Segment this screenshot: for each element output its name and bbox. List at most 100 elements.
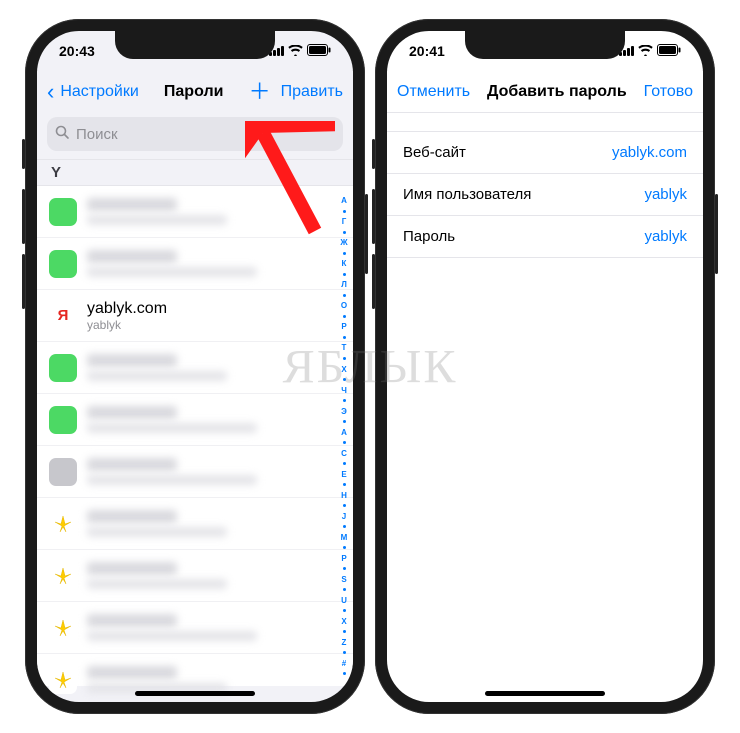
status-time: 20:41	[409, 43, 445, 59]
password-field[interactable]: Пароль yablyk	[387, 216, 703, 258]
home-indicator[interactable]	[485, 691, 605, 696]
list-item[interactable]	[37, 342, 353, 394]
index-dot	[343, 672, 346, 675]
back-label: Настройки	[60, 83, 138, 101]
index-letter[interactable]: P	[341, 554, 346, 563]
back-button[interactable]: ‹ Настройки	[47, 83, 139, 101]
index-dot	[343, 504, 346, 507]
status-indicators	[269, 44, 331, 59]
site-name: yablyk.com	[87, 300, 167, 318]
nav-bar: Отменить Добавить пароль Готово	[387, 71, 703, 113]
site-icon	[49, 354, 77, 382]
field-label: Пароль	[403, 228, 455, 245]
list-item[interactable]	[37, 186, 353, 238]
index-letter[interactable]: О	[341, 301, 347, 310]
index-dot	[343, 315, 346, 318]
index-letter[interactable]: Л	[341, 280, 347, 289]
index-letter[interactable]: Г	[342, 217, 347, 226]
site-icon: Я	[49, 302, 77, 330]
index-dot	[343, 231, 346, 234]
list-item[interactable]	[37, 238, 353, 290]
site-user: yablyk	[87, 318, 167, 332]
index-letter[interactable]: #	[342, 659, 346, 668]
index-dot	[343, 609, 346, 612]
index-letter[interactable]: Ч	[341, 386, 347, 395]
index-letter[interactable]: Ж	[340, 238, 347, 247]
field-value: yablyk	[644, 228, 687, 245]
index-dot	[343, 336, 346, 339]
site-icon	[49, 666, 77, 694]
index-bar[interactable]: А Г Ж К Л О Р Т Х Ч Э A C E H J M P S U X Z #	[337, 186, 351, 686]
index-dot	[343, 651, 346, 654]
index-dot	[343, 399, 346, 402]
index-dot	[343, 420, 346, 423]
list-item-yablyk[interactable]: Я yablyk.com yablyk	[37, 290, 353, 342]
list-item[interactable]	[37, 446, 353, 498]
notch	[465, 31, 625, 59]
index-dot	[343, 273, 346, 276]
add-password-form: Веб-сайт yablyk.com Имя пользователя yab…	[387, 131, 703, 258]
home-indicator[interactable]	[135, 691, 255, 696]
index-letter[interactable]: J	[342, 512, 346, 521]
index-dot	[343, 525, 346, 528]
status-indicators	[619, 44, 681, 59]
phone-right: 20:41 Отменить Добавить пароль Готово	[375, 19, 715, 714]
cancel-button[interactable]: Отменить	[397, 83, 470, 101]
index-letter[interactable]: M	[341, 533, 348, 542]
index-dot	[343, 294, 346, 297]
notch	[115, 31, 275, 59]
field-value: yablyk.com	[612, 144, 687, 161]
field-label: Имя пользователя	[403, 186, 531, 203]
password-list[interactable]: Я yablyk.com yablyk	[37, 186, 353, 686]
index-letter[interactable]: H	[341, 491, 347, 500]
index-dot	[343, 630, 346, 633]
index-dot	[343, 483, 346, 486]
index-letter[interactable]: X	[341, 617, 346, 626]
wifi-icon	[638, 44, 653, 59]
index-dot	[343, 546, 346, 549]
list-item[interactable]	[37, 394, 353, 446]
index-dot	[343, 210, 346, 213]
index-letter[interactable]: C	[341, 449, 347, 458]
index-letter[interactable]: Т	[342, 343, 347, 352]
index-letter[interactable]: К	[342, 259, 347, 268]
list-item[interactable]	[37, 602, 353, 654]
site-icon	[49, 250, 77, 278]
done-button[interactable]: Готово	[644, 83, 693, 101]
index-dot	[343, 378, 346, 381]
index-dot	[343, 462, 346, 465]
username-field[interactable]: Имя пользователя yablyk	[387, 174, 703, 216]
index-letter[interactable]: U	[341, 596, 347, 605]
list-item[interactable]	[37, 550, 353, 602]
index-letter[interactable]: Р	[341, 322, 346, 331]
index-letter[interactable]: S	[341, 575, 346, 584]
battery-icon	[307, 44, 331, 59]
index-letter[interactable]: A	[341, 428, 347, 437]
section-header: Y	[37, 159, 353, 186]
index-letter[interactable]: А	[341, 196, 347, 205]
phone-left: 20:43 ‹ Настройки Пароли	[25, 19, 365, 714]
list-item[interactable]	[37, 498, 353, 550]
index-letter[interactable]: Z	[342, 638, 347, 647]
nav-bar: ‹ Настройки Пароли ＋ Править	[37, 71, 353, 113]
edit-button[interactable]: Править	[281, 83, 343, 101]
website-field[interactable]: Веб-сайт yablyk.com	[387, 132, 703, 174]
search-input[interactable]: Поиск	[47, 117, 343, 151]
screen-right: 20:41 Отменить Добавить пароль Готово	[387, 31, 703, 702]
index-dot	[343, 588, 346, 591]
search-wrap: Поиск	[37, 113, 353, 159]
search-icon	[55, 125, 70, 144]
page-title: Добавить пароль	[470, 83, 643, 101]
index-dot	[343, 567, 346, 570]
index-letter[interactable]: Х	[341, 365, 346, 374]
site-icon	[49, 614, 77, 642]
index-letter[interactable]: Э	[341, 407, 347, 416]
index-dot	[343, 441, 346, 444]
site-icon	[49, 510, 77, 538]
index-letter[interactable]: E	[341, 470, 346, 479]
field-label: Веб-сайт	[403, 144, 466, 161]
field-value: yablyk	[644, 186, 687, 203]
site-icon	[49, 406, 77, 434]
site-icon	[49, 562, 77, 590]
status-time: 20:43	[59, 43, 95, 59]
